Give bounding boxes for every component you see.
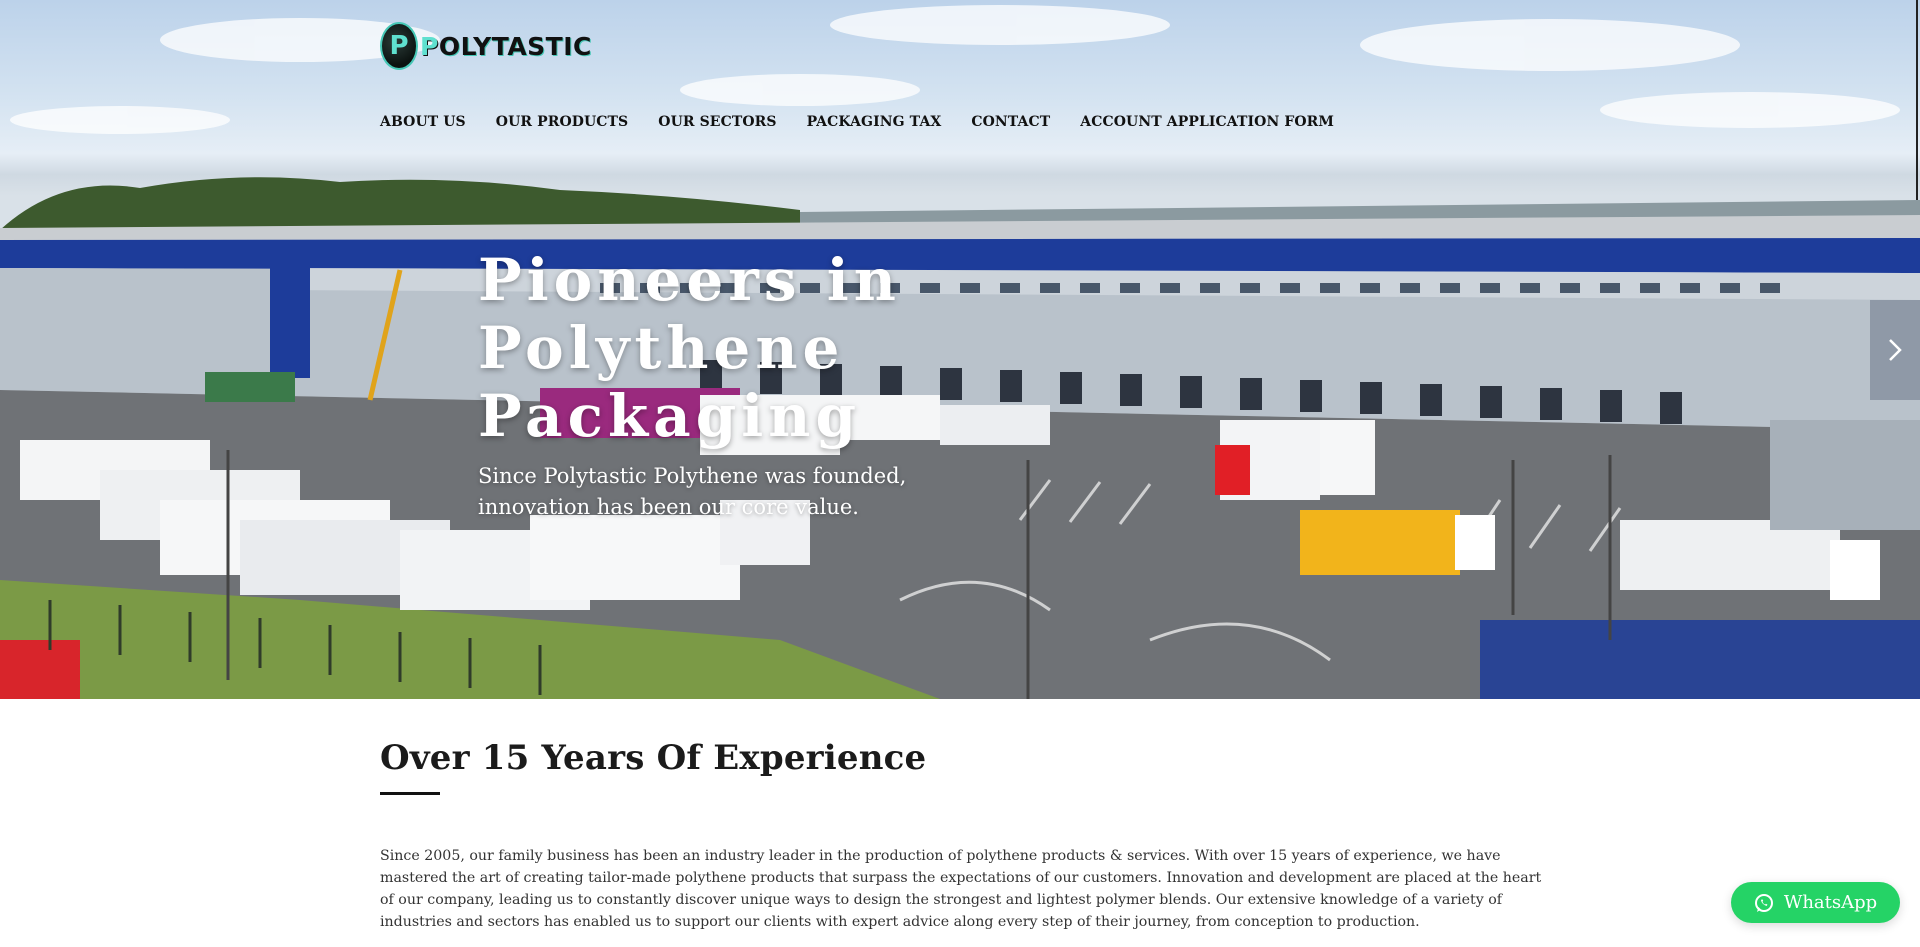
nav-about-us[interactable]: ABOUT US bbox=[380, 114, 466, 130]
whatsapp-icon bbox=[1754, 893, 1773, 912]
slider-next-button[interactable] bbox=[1870, 300, 1920, 400]
title-underline bbox=[380, 792, 440, 795]
intro-paragraph: Since 2005, our family business has been… bbox=[380, 848, 1542, 930]
logo-wordmark: POLYTASTIC bbox=[420, 31, 592, 61]
section-title: Over 15 Years Of Experience bbox=[380, 738, 927, 778]
polytastic-logo[interactable]: P POLYTASTIC bbox=[380, 18, 600, 74]
nav-account-application-form[interactable]: ACCOUNT APPLICATION FORM bbox=[1080, 114, 1334, 130]
chevron-right-icon bbox=[1889, 339, 1902, 361]
scrollbar-thumb[interactable] bbox=[1916, 0, 1918, 200]
nav-packaging-tax[interactable]: PACKAGING TAX bbox=[807, 114, 942, 130]
hero-banner: P POLYTASTIC ABOUT US OUR PRODUCTS OUR S… bbox=[0, 0, 1920, 699]
main-nav: ABOUT US OUR PRODUCTS OUR SECTORS PACKAG… bbox=[380, 114, 1364, 130]
nav-our-sectors[interactable]: OUR SECTORS bbox=[658, 114, 776, 130]
hero-title: Pioneers in Polythene Packaging bbox=[478, 246, 901, 450]
whatsapp-button[interactable]: WhatsApp bbox=[1731, 882, 1900, 923]
whatsapp-label: WhatsApp bbox=[1783, 892, 1878, 913]
nav-contact[interactable]: CONTACT bbox=[971, 114, 1050, 130]
logo-mark: P bbox=[380, 22, 418, 70]
nav-our-products[interactable]: OUR PRODUCTS bbox=[496, 114, 629, 130]
hero-subtitle: Since Polytastic Polythene was founded, … bbox=[478, 464, 907, 519]
